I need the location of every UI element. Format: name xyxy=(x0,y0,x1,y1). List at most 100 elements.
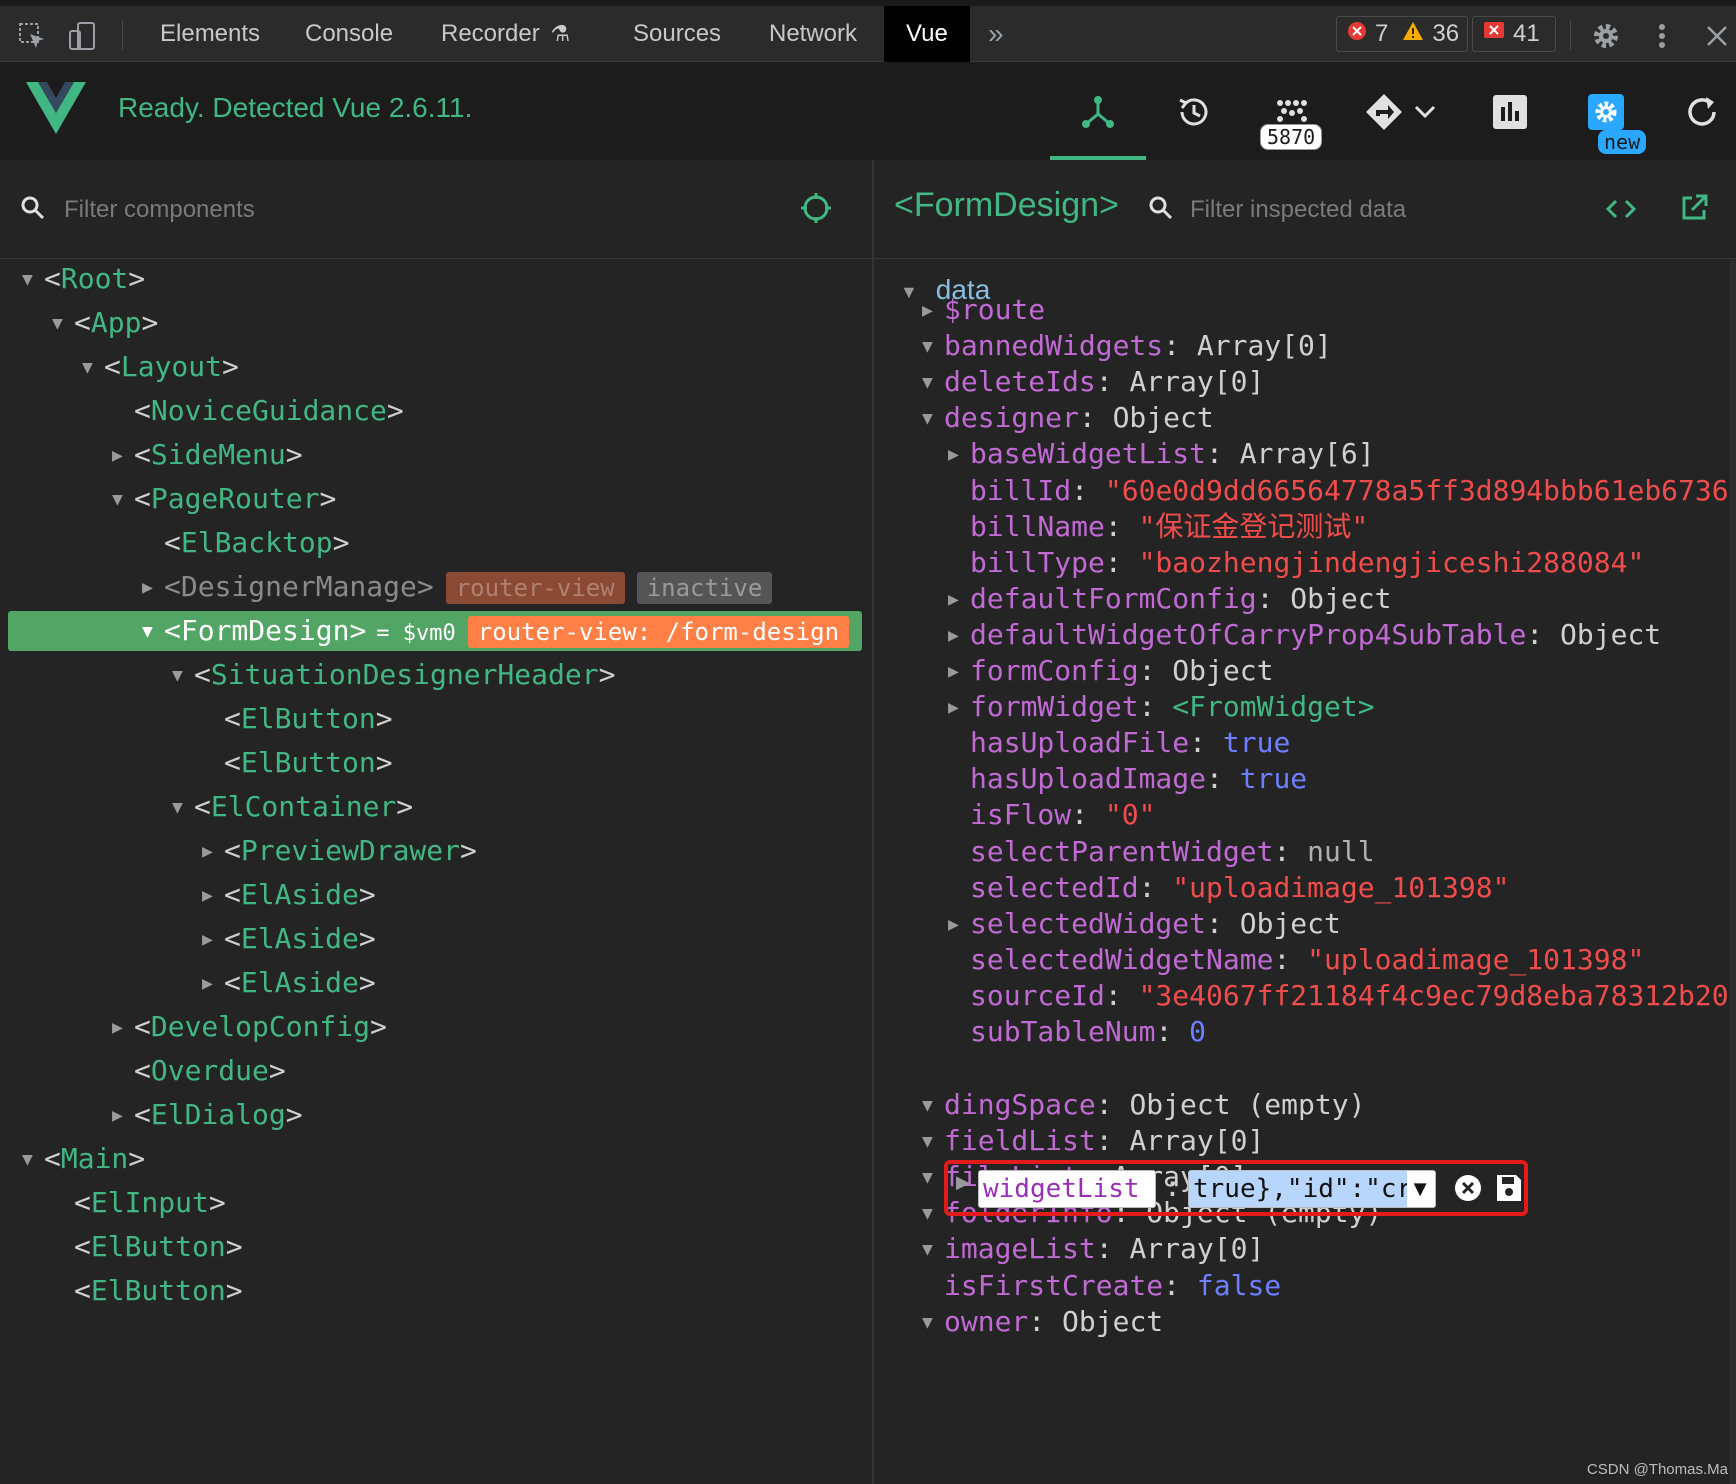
caret-right-icon[interactable]: ▶ xyxy=(922,291,944,331)
prop-fieldlist[interactable]: ▼ fieldList: Array[0] xyxy=(922,1121,1264,1161)
tree-node-elcontainer[interactable]: ▼ <ElContainer> xyxy=(172,787,413,827)
prop-defaultwidgetofcarryprop4subtable[interactable]: ▶ defaultWidgetOfCarryProp4SubTable: Obje… xyxy=(948,615,1661,655)
prop-owner[interactable]: ▼ owner: Object xyxy=(922,1302,1163,1342)
tree-node-sidemenu[interactable]: ▶ <SideMenu> xyxy=(112,435,303,475)
inspector-scrollbar[interactable] xyxy=(1730,260,1736,1484)
caret-down-icon[interactable]: ▼ xyxy=(922,1194,944,1234)
tree-node-situationdesignerheader[interactable]: ▼ <SituationDesignerHeader> xyxy=(172,655,615,695)
caret-right-icon[interactable]: ▶ xyxy=(202,920,224,960)
prop-formconfig[interactable]: ▶ formConfig: Object xyxy=(948,651,1273,691)
prop-dingspace[interactable]: ▼ dingSpace: Object (empty) xyxy=(922,1085,1365,1125)
prop-basewidgetlist[interactable]: ▶ baseWidgetList: Array[6] xyxy=(948,434,1375,474)
prop-billname[interactable]: billName: "保证金登记测试" xyxy=(948,507,1368,547)
tab-network[interactable]: Network xyxy=(769,6,857,62)
tree-node-layout[interactable]: ▼ <Layout> xyxy=(82,347,239,387)
tree-node-app[interactable]: ▼ <App> xyxy=(52,303,158,343)
prop-bannedwidgets[interactable]: ▼ bannedWidgets: Array[0] xyxy=(922,326,1332,366)
gear-icon[interactable] xyxy=(1586,16,1626,56)
tree-node-noviceguidance[interactable]: <NoviceGuidance> xyxy=(112,391,404,431)
prop-route[interactable]: ▶ $route xyxy=(922,290,1045,330)
tree-node-elbutton[interactable]: <ElButton> xyxy=(52,1227,243,1267)
tree-node-elaside[interactable]: ▶ <ElAside> xyxy=(202,919,376,959)
prop-billtype[interactable]: billType: "baozhengjindengjiceshi288084" xyxy=(948,543,1644,583)
prop-selectedwidgetname[interactable]: selectedWidgetName: "uploadimage_101398" xyxy=(948,940,1644,980)
prop-isflow[interactable]: isFlow: "0" xyxy=(948,795,1155,835)
tab-elements[interactable]: Elements xyxy=(160,6,260,62)
caret-right-icon[interactable]: ▶ xyxy=(112,1008,134,1048)
tree-node-developconfig[interactable]: ▶ <DevelopConfig> xyxy=(112,1007,387,1047)
tree-node-eldialog[interactable]: ▶ <ElDialog> xyxy=(112,1095,303,1135)
tab-recorder[interactable]: Recorder ⚗ xyxy=(441,6,570,62)
caret-right-icon[interactable]: ▶ xyxy=(142,568,164,608)
inspected-data-filter-input[interactable]: Filter inspected data xyxy=(1190,196,1406,224)
prop-subtablenum[interactable]: subTableNum: 0 xyxy=(948,1012,1206,1052)
target-select-icon[interactable] xyxy=(800,192,832,229)
tree-node-elbutton[interactable]: <ElButton> xyxy=(52,1271,243,1311)
caret-down-icon[interactable]: ▼ xyxy=(172,788,194,828)
caret-down-icon[interactable]: ▼ xyxy=(922,1086,944,1126)
caret-down-icon[interactable]: ▼ xyxy=(142,612,164,651)
close-icon[interactable] xyxy=(1702,16,1732,56)
tree-node-elbutton[interactable]: <ElButton> xyxy=(202,699,393,739)
caret-right-icon[interactable]: ▶ xyxy=(202,964,224,1004)
open-external-icon[interactable] xyxy=(1680,194,1708,227)
tree-node-root[interactable]: ▼ <Root> xyxy=(22,259,145,299)
components-tab-icon[interactable] xyxy=(1068,82,1128,142)
prop-isfirstcreate[interactable]: isFirstCreate: false xyxy=(922,1266,1281,1306)
tree-node-elaside[interactable]: ▶ <ElAside> xyxy=(202,963,376,1003)
save-edit-icon[interactable] xyxy=(1496,1174,1522,1207)
edit-value-input[interactable]: true},"id":"createT ▼ xyxy=(1188,1170,1436,1208)
caret-right-icon[interactable]: ▶ xyxy=(948,905,970,945)
tree-node-elbutton[interactable]: <ElButton> xyxy=(202,743,393,783)
caret-down-icon[interactable]: ▼ xyxy=(22,260,44,300)
caret-down-icon[interactable]: ▼ xyxy=(922,399,944,439)
tree-node-elaside[interactable]: ▶ <ElAside> xyxy=(202,875,376,915)
caret-right-icon[interactable]: ▶ xyxy=(948,616,970,656)
prop-selectedid[interactable]: selectedId: "uploadimage_101398" xyxy=(948,868,1509,908)
tree-node-designermanage[interactable]: ▶ <DesignerManage> router-view inactive xyxy=(142,567,773,608)
tab-vue[interactable]: Vue xyxy=(884,6,970,62)
device-toolbar-icon[interactable] xyxy=(62,16,102,56)
tree-node-previewdrawer[interactable]: ▶ <PreviewDrawer> xyxy=(202,831,477,871)
value-type-dropdown[interactable]: ▼ xyxy=(1407,1171,1431,1207)
more-options-icon[interactable] xyxy=(1642,16,1682,56)
caret-right-icon[interactable]: ▶ xyxy=(112,436,134,476)
chevron-down-icon[interactable] xyxy=(1400,82,1450,142)
tree-node-formdesign[interactable]: ▼ <FormDesign> = $vm0 router-view: /form-de… xyxy=(8,611,862,651)
cancel-edit-icon[interactable] xyxy=(1454,1174,1482,1207)
prop-sourceid[interactable]: sourceId: "3e4067ff21184f4c9ec79d8eba783… xyxy=(948,976,1729,1016)
prop-hasuploadimage[interactable]: hasUploadImage: true xyxy=(948,759,1307,799)
tree-node-elinput[interactable]: <ElInput> xyxy=(52,1183,226,1223)
history-icon[interactable] xyxy=(1164,82,1224,142)
component-filter-input[interactable]: Filter components xyxy=(64,196,255,224)
issues-counter[interactable]: 41 xyxy=(1472,16,1556,52)
caret-down-icon[interactable]: ▼ xyxy=(922,327,944,367)
caret-right-icon[interactable]: ▶ xyxy=(948,652,970,692)
caret-down-icon[interactable]: ▼ xyxy=(52,304,74,344)
caret-right-icon[interactable]: ▶ xyxy=(112,1096,134,1136)
error-warning-counter[interactable]: 7 36 xyxy=(1336,16,1468,52)
caret-right-icon[interactable]: ▶ xyxy=(202,876,224,916)
tree-node-main[interactable]: ▼ <Main> xyxy=(22,1139,145,1179)
tree-node-elbacktop[interactable]: <ElBacktop> xyxy=(142,523,349,563)
caret-down-icon[interactable]: ▼ xyxy=(922,1303,944,1343)
tree-node-overdue[interactable]: <Overdue> xyxy=(112,1051,286,1091)
prop-deleteids[interactable]: ▼ deleteIds: Array[0] xyxy=(922,362,1264,402)
prop-defaultformconfig[interactable]: ▶ defaultFormConfig: Object xyxy=(948,579,1391,619)
caret-down-icon[interactable]: ▼ xyxy=(172,656,194,696)
inspect-element-icon[interactable] xyxy=(12,16,52,56)
caret-right-icon[interactable]: ▶ xyxy=(202,832,224,872)
caret-down-icon[interactable]: ▼ xyxy=(922,1122,944,1162)
caret-down-icon[interactable]: ▼ xyxy=(82,348,104,388)
prop-billid[interactable]: billId: "60e0d9dd66564778a5ff3d894bbb61e… xyxy=(948,471,1729,511)
prop-selectparentwidget[interactable]: selectParentWidget: null xyxy=(948,832,1375,872)
tab-sources[interactable]: Sources xyxy=(633,6,721,62)
prop-formwidget[interactable]: ▶ formWidget: <FromWidget> xyxy=(948,687,1375,727)
caret-right-icon[interactable]: ▶ xyxy=(948,688,970,728)
caret-right-icon[interactable]: ▶ xyxy=(948,435,970,475)
prop-imagelist[interactable]: ▼ imageList: Array[0] xyxy=(922,1229,1264,1269)
timeline-chart-icon[interactable] xyxy=(1480,82,1540,142)
caret-down-icon[interactable]: ▼ xyxy=(922,1230,944,1270)
caret-down-icon[interactable]: ▼ xyxy=(22,1140,44,1180)
prop-selectedwidget[interactable]: ▶ selectedWidget: Object xyxy=(948,904,1341,944)
